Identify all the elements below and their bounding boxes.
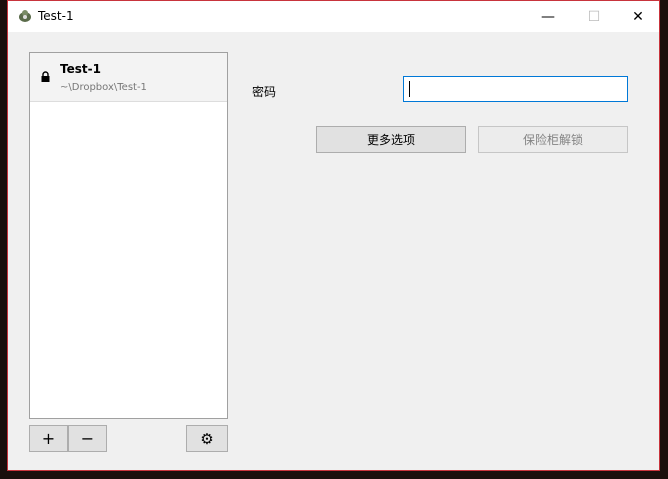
minimize-button[interactable]: —	[525, 1, 571, 32]
title-bar: Test-1 — ☐ ✕	[8, 1, 659, 32]
more-options-button[interactable]: 更多选项	[316, 126, 466, 153]
password-input[interactable]	[403, 76, 628, 102]
vault-path: ~\Dropbox\Test-1	[60, 82, 147, 93]
add-vault-button[interactable]: +	[29, 425, 68, 452]
maximize-button[interactable]: ☐	[571, 1, 617, 32]
window-title: Test-1	[38, 9, 74, 23]
gear-icon: ⚙	[200, 429, 214, 448]
remove-vault-button[interactable]: −	[68, 425, 107, 452]
vault-name: Test-1	[60, 62, 101, 76]
lock-icon	[41, 71, 50, 82]
vault-list[interactable]: Test-1 ~\Dropbox\Test-1	[29, 52, 228, 419]
unlock-vault-button[interactable]: 保险柜解锁	[478, 126, 628, 153]
password-label: 密码	[252, 85, 277, 99]
vault-list-item[interactable]: Test-1 ~\Dropbox\Test-1	[30, 53, 227, 102]
settings-button[interactable]: ⚙	[186, 425, 228, 452]
app-window: Test-1 — ☐ ✕ Test-1 ~\Dropbox\Test-1 + −…	[7, 0, 660, 471]
close-button[interactable]: ✕	[615, 1, 661, 32]
text-caret	[409, 81, 410, 97]
app-logo-icon	[19, 10, 31, 22]
